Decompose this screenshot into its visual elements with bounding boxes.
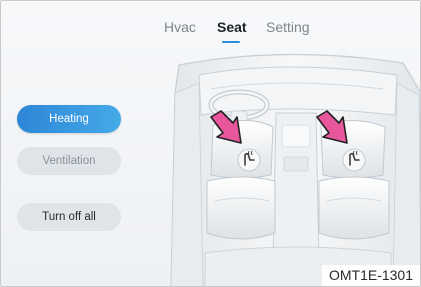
seat-control-screen: Hvac Seat Setting Heating Ventilation Tu… [0, 0, 421, 287]
heating-button[interactable]: Heating [17, 105, 121, 133]
car-interior-illustration [170, 53, 420, 286]
turn-off-all-button[interactable]: Turn off all [17, 203, 121, 231]
active-tab-indicator [222, 41, 240, 43]
tab-seat[interactable]: Seat [217, 19, 247, 35]
ventilation-button[interactable]: Ventilation [17, 147, 121, 175]
tab-bar: Hvac Seat Setting [1, 19, 420, 49]
tab-hvac[interactable]: Hvac [164, 19, 196, 35]
passenger-seat-heater-icon[interactable] [342, 148, 366, 172]
tab-setting[interactable]: Setting [266, 19, 310, 35]
figure-code-label: OMT1E-1301 [322, 265, 420, 286]
driver-seat-heater-icon[interactable] [237, 148, 261, 172]
